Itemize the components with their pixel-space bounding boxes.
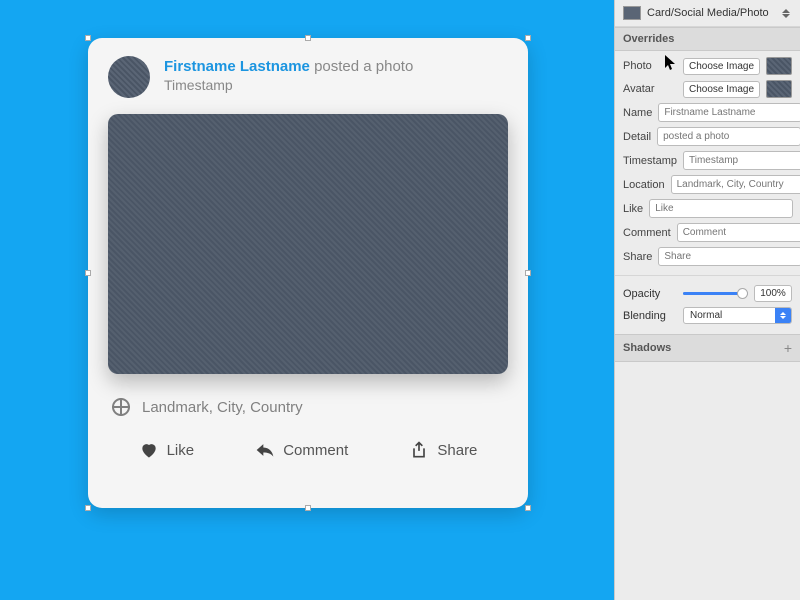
location-text: Landmark, City, Country xyxy=(142,399,303,416)
override-name-input[interactable] xyxy=(658,103,800,122)
override-timestamp-input[interactable] xyxy=(683,151,800,170)
inspector-panel: Card/Social Media/Photo Overrides Photo … xyxy=(614,0,800,600)
globe-icon xyxy=(112,398,130,416)
shadows-header[interactable]: Shadows + xyxy=(615,334,800,362)
avatar[interactable] xyxy=(108,56,150,98)
override-share-label: Share xyxy=(623,251,652,263)
resize-handle[interactable] xyxy=(525,505,531,511)
blending-label: Blending xyxy=(623,310,677,322)
overrides-body: Photo Choose Image Avatar Choose Image N… xyxy=(615,51,800,334)
chevron-updown-icon xyxy=(775,308,791,323)
override-name-label: Name xyxy=(623,107,652,119)
share-button[interactable]: Share xyxy=(409,440,477,460)
resize-handle[interactable] xyxy=(305,35,311,41)
comment-button[interactable]: Comment xyxy=(255,440,348,460)
symbol-swatch-icon xyxy=(623,6,641,20)
reply-icon xyxy=(255,440,275,460)
timestamp: Timestamp xyxy=(164,77,413,93)
stepper-icon[interactable] xyxy=(782,6,792,20)
symbol-selector[interactable]: Card/Social Media/Photo xyxy=(615,0,800,27)
resize-handle[interactable] xyxy=(525,270,531,276)
plus-icon[interactable]: + xyxy=(784,340,792,356)
name-line: Firstname Lastname posted a photo xyxy=(164,58,413,75)
choose-image-photo-button[interactable]: Choose Image xyxy=(683,58,760,75)
post-detail: posted a photo xyxy=(314,58,413,75)
canvas[interactable]: Firstname Lastname posted a photo Timest… xyxy=(0,0,614,600)
photo-placeholder[interactable] xyxy=(108,114,508,374)
photo-swatch[interactable] xyxy=(766,57,792,75)
override-share-input[interactable] xyxy=(658,247,800,266)
card-header: Firstname Lastname posted a photo Timest… xyxy=(88,38,528,110)
override-location-input[interactable] xyxy=(671,175,800,194)
override-photo-label: Photo xyxy=(623,60,677,72)
choose-image-avatar-button[interactable]: Choose Image xyxy=(683,81,760,98)
heart-icon xyxy=(139,440,159,460)
override-detail-label: Detail xyxy=(623,131,651,143)
like-label: Like xyxy=(167,442,195,459)
location-row: Landmark, City, Country xyxy=(88,384,528,426)
actions-row: Like Comment Share xyxy=(88,426,528,478)
override-timestamp-label: Timestamp xyxy=(623,155,677,167)
comment-label: Comment xyxy=(283,442,348,459)
symbol-name: Card/Social Media/Photo xyxy=(647,7,776,19)
override-like-label: Like xyxy=(623,203,643,215)
overrides-header: Overrides xyxy=(615,27,800,51)
opacity-slider[interactable] xyxy=(683,292,748,295)
blending-select[interactable]: Normal xyxy=(683,307,792,324)
opacity-value[interactable]: 100% xyxy=(754,285,792,302)
override-detail-input[interactable] xyxy=(657,127,800,146)
resize-handle[interactable] xyxy=(525,35,531,41)
override-comment-label: Comment xyxy=(623,227,671,239)
social-card[interactable]: Firstname Lastname posted a photo Timest… xyxy=(88,38,528,508)
share-label: Share xyxy=(437,442,477,459)
resize-handle[interactable] xyxy=(85,270,91,276)
opacity-label: Opacity xyxy=(623,288,677,300)
override-comment-input[interactable] xyxy=(677,223,800,242)
divider xyxy=(615,275,800,276)
resize-handle[interactable] xyxy=(85,35,91,41)
override-like-input[interactable] xyxy=(649,199,793,218)
resize-handle[interactable] xyxy=(305,505,311,511)
override-avatar-label: Avatar xyxy=(623,83,677,95)
user-name-link[interactable]: Firstname Lastname xyxy=(164,58,310,75)
override-location-label: Location xyxy=(623,179,665,191)
share-icon xyxy=(409,440,429,460)
like-button[interactable]: Like xyxy=(139,440,195,460)
avatar-swatch[interactable] xyxy=(766,80,792,98)
resize-handle[interactable] xyxy=(85,505,91,511)
